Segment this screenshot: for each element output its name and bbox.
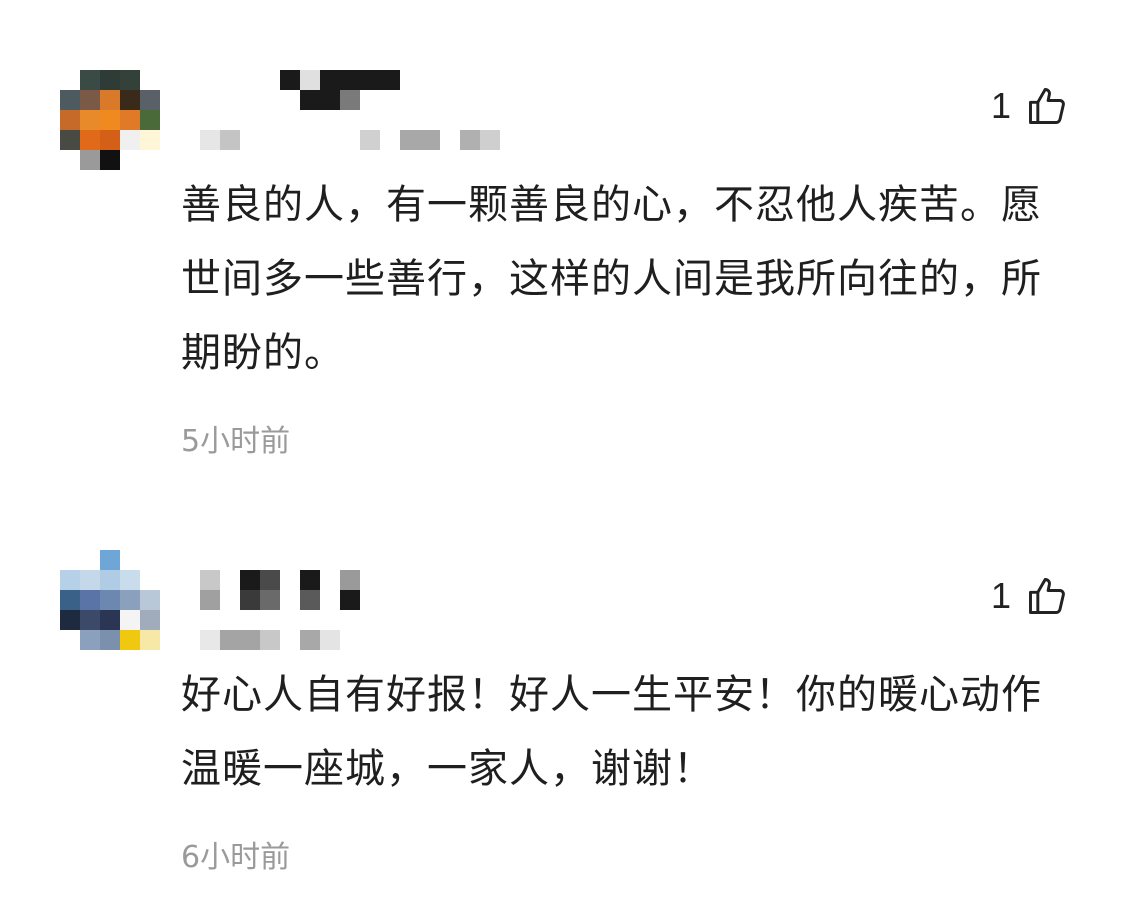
thumbs-up-icon <box>1029 578 1065 614</box>
comment-text: 好心人自有好报！好人一生平安！你的暖心动作温暖一座城，一家人，谢谢！ <box>181 672 1042 792</box>
like-button[interactable]: 1 <box>991 574 1069 618</box>
like-count: 1 <box>990 85 1011 126</box>
thumbs-up-icon <box>1029 88 1065 124</box>
avatar[interactable] <box>60 550 160 650</box>
comment-item: 1 好心人自有好报！好人一生平安！你的暖心动作温暖一座城，一家人，谢谢！ 6小时… <box>0 490 1125 920</box>
like-button[interactable]: 1 <box>991 84 1069 128</box>
comment-text: 善良的人，有一颗善良的心，不忍他人疾苦。愿世间多一些善行，这样的人间是我所向往的… <box>181 182 1042 376</box>
like-count: 1 <box>990 575 1011 616</box>
avatar[interactable] <box>60 70 160 170</box>
comment-timestamp: 5小时前 <box>181 424 291 459</box>
comment-item: 1 善良的人，有一颗善良的心，不忍他人疾苦。愿世间多一些善行，这样的人间是我所向… <box>0 0 1125 480</box>
comment-timestamp: 6小时前 <box>181 840 291 875</box>
